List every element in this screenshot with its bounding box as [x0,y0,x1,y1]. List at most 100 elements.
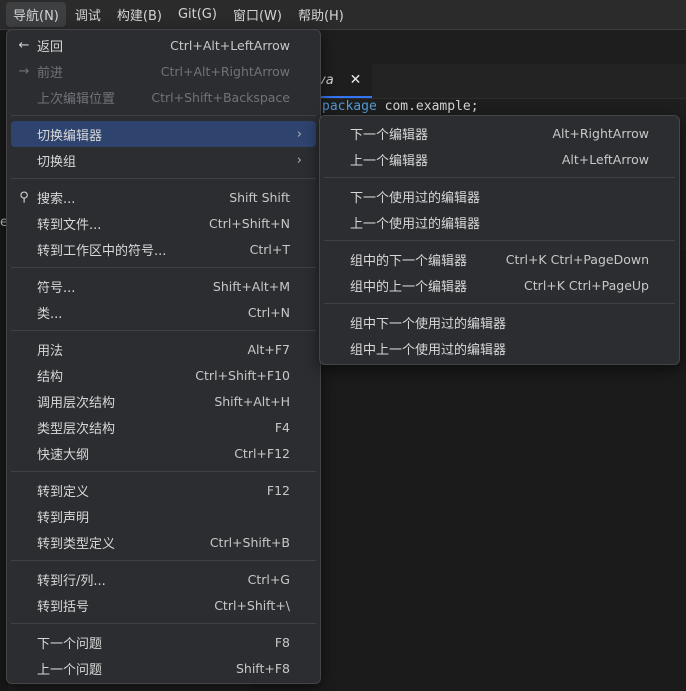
menu-item-shortcut: Alt+LeftArrow [561,151,649,167]
submenu-item[interactable]: 组中的下一个编辑器 Ctrl+K Ctrl+PageDown [324,246,675,272]
menu-item-label: 下一个问题 [37,636,103,652]
close-icon[interactable]: ✕ [350,72,362,88]
menu-separator [324,177,675,178]
menu-item[interactable]: 符号... Shift+Alt+M [11,273,316,299]
menu-item-shortcut: Shift+F8 [235,660,290,676]
menu-separator [11,471,316,472]
menu-item[interactable]: ⚲ 搜索... Shift Shift [11,184,316,210]
menu-item-shortcut: Shift+Alt+H [214,393,290,409]
menu-item-label: 下一个使用过的编辑器 [350,190,481,206]
menu-git[interactable]: Git(G) [171,4,224,25]
menu-item-label: 结构 [37,369,64,385]
menu-item-label: 上一个编辑器 [350,153,429,169]
menu-item-label: 转到文件... [37,217,102,233]
menu-item-shortcut: F8 [274,634,290,650]
menu-item-label: 组中下一个使用过的编辑器 [350,316,507,332]
submenu-item[interactable]: 组中的上一个编辑器 Ctrl+K Ctrl+PageUp [324,272,675,298]
menu-item-shortcut: Ctrl+Alt+LeftArrow [170,37,290,53]
menu-item[interactable]: 转到工作区中的符号... Ctrl+T [11,236,316,262]
menu-item-label: 上一个使用过的编辑器 [350,216,481,232]
menu-item[interactable]: 下一个问题 F8 [11,629,316,655]
menu-item-label: 调用层次结构 [37,395,116,411]
menu-bar: 导航(N) 调试 构建(B) Git(G) 窗口(W) 帮助(H) [0,0,686,30]
menu-item[interactable]: 类型层次结构 F4 [11,414,316,440]
menu-item-label: 前进 [37,65,64,81]
menu-separator [324,303,675,304]
menu-item[interactable]: 转到类型定义 Ctrl+Shift+B [11,529,316,555]
search-icon: ⚲ [19,189,29,205]
menu-item-label: 转到声明 [37,510,90,526]
menu-item-shortcut: Shift+Alt+M [212,278,290,294]
menu-item[interactable]: 用法 Alt+F7 [11,336,316,362]
menu-build[interactable]: 构建(B) [110,2,169,27]
menu-item[interactable]: 快速大纲 Ctrl+F12 [11,440,316,466]
menu-item-label: 转到行/列... [37,573,106,589]
navigate-menu: ← 返回 Ctrl+Alt+LeftArrow → 前进 Ctrl+Alt+RightAr… [6,29,321,684]
menu-item-label: 类型层次结构 [37,421,116,437]
submenu-item[interactable]: 下一个使用过的编辑器 [324,183,675,209]
menu-item-shortcut: Ctrl+Shift+F10 [195,367,290,383]
menu-separator [324,240,675,241]
menu-separator [11,330,316,331]
menu-item[interactable]: 上一个问题 Shift+F8 [11,655,316,681]
submenu-item[interactable]: 组中上一个使用过的编辑器 [324,335,675,361]
menu-separator [11,267,316,268]
menu-item-shortcut: Alt+F7 [247,341,290,357]
menu-separator [11,178,316,179]
menu-item-label: 下一个编辑器 [350,127,429,143]
menu-item-shortcut: F12 [266,482,290,498]
menu-item[interactable]: 切换编辑器 › [11,121,316,147]
code-text: com.example; [376,99,479,114]
menu-item[interactable]: 切换组 › [11,147,316,173]
menu-item-shortcut: Shift Shift [229,189,290,205]
menu-item[interactable]: ← 返回 Ctrl+Alt+LeftArrow [11,32,316,58]
menu-item[interactable]: 转到括号 Ctrl+Shift+\ [11,592,316,618]
menu-debug[interactable]: 调试 [68,2,108,27]
menu-separator [11,623,316,624]
menu-item-label: 返回 [37,39,64,55]
menu-item-shortcut: F4 [274,419,290,435]
menu-item[interactable]: 转到行/列... Ctrl+G [11,566,316,592]
menu-item-shortcut: Ctrl+Shift+Backspace [151,89,290,105]
menu-item-shortcut: Ctrl+Alt+RightArrow [160,63,290,79]
code-line[interactable]: package com.example; [322,99,479,114]
menu-item[interactable]: 调用层次结构 Shift+Alt+H [11,388,316,414]
menu-item-shortcut: Ctrl+N [247,304,290,320]
menu-item: → 前进 Ctrl+Alt+RightArrow [11,58,316,84]
forward-arrow-icon: → [18,63,30,79]
chevron-right-icon: › [296,126,302,142]
menu-window[interactable]: 窗口(W) [226,2,289,27]
menu-item-label: 符号... [37,280,76,296]
menu-item-label: 转到工作区中的符号... [37,243,167,259]
menu-item-label: 类... [37,306,63,322]
menu-item-shortcut: Alt+RightArrow [552,125,649,141]
menu-item-shortcut: Ctrl+T [249,241,290,257]
submenu-item[interactable]: 上一个编辑器 Alt+LeftArrow [324,146,675,172]
back-arrow-icon: ← [18,37,30,53]
menu-item-shortcut: Ctrl+F12 [234,445,290,461]
menu-help[interactable]: 帮助(H) [291,2,351,27]
submenu-item[interactable]: 上一个使用过的编辑器 [324,209,675,235]
menu-item-label: 快速大纲 [37,447,90,463]
menu-item[interactable]: 转到定义 F12 [11,477,316,503]
menu-item[interactable]: 类... Ctrl+N [11,299,316,325]
menu-item-shortcut: Ctrl+K Ctrl+PageUp [524,277,649,293]
menu-item-label: 用法 [37,343,64,359]
menu-item-label: 上一个问题 [37,662,103,678]
menu-item-shortcut: Ctrl+Shift+\ [214,597,290,613]
menu-item-label: 切换组 [37,154,77,170]
submenu-item[interactable]: 组中下一个使用过的编辑器 [324,309,675,335]
menu-item[interactable]: 结构 Ctrl+Shift+F10 [11,362,316,388]
menu-item[interactable]: 转到文件... Ctrl+Shift+N [11,210,316,236]
menu-item-label: 上次编辑位置 [37,91,116,107]
menu-item: 上次编辑位置 Ctrl+Shift+Backspace [11,84,316,110]
menu-separator [11,115,316,116]
menu-item-label: 切换编辑器 [37,128,103,144]
menu-item-label: 搜索... [37,191,76,207]
menu-item[interactable]: 转到声明 [11,503,316,529]
menu-item-label: 转到类型定义 [37,536,116,552]
menu-navigate[interactable]: 导航(N) [6,2,66,27]
submenu-item[interactable]: 下一个编辑器 Alt+RightArrow [324,120,675,146]
chevron-right-icon: › [296,152,302,168]
menu-item-label: 组中的下一个编辑器 [350,253,468,269]
